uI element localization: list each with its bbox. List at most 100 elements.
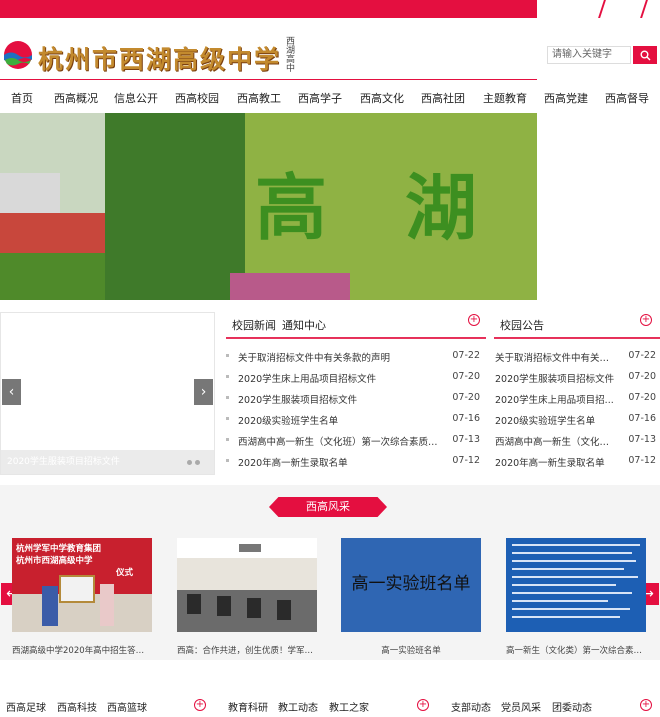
more-plus-icon[interactable]: +	[194, 699, 206, 711]
notice-title[interactable]: 2020学生服装项目招标文件	[495, 371, 617, 385]
chevron-left-icon: ‹	[8, 384, 15, 400]
notice-date: 07-13	[628, 434, 656, 445]
nav-item-staff[interactable]: 西高教工	[237, 90, 281, 106]
bullet-icon	[226, 354, 229, 357]
tab-underline	[494, 337, 660, 339]
news-title[interactable]: 2020学生床上用品项目招标文件	[238, 371, 442, 385]
tab-research[interactable]: 教育科研	[228, 699, 268, 714]
more-notices-plus-icon[interactable]: +	[640, 314, 652, 326]
news-title[interactable]: 关于取消招标文件中有关条款的声明	[238, 350, 442, 364]
tab-campus-news[interactable]: 校园新闻	[232, 317, 276, 333]
notice-title[interactable]: 2020年高一新生录取名单	[495, 455, 617, 469]
notice-title[interactable]: 2020学生床上用品项目招...	[495, 392, 617, 406]
nav-item-campus[interactable]: 西高校园	[175, 90, 219, 106]
nav-item-students[interactable]: 西高学子	[298, 90, 342, 106]
gallery-image[interactable]: 高一实验班名单	[341, 538, 481, 632]
photo-text: 仪式	[116, 568, 134, 578]
list-item[interactable]: 西湖高中高一新生（文化班... 07-13	[494, 432, 660, 453]
notice-title[interactable]: 2020级实验班学生名单	[495, 413, 617, 427]
tab-notices[interactable]: 通知中心	[282, 317, 326, 333]
nav-item-home[interactable]: 首页	[11, 90, 33, 106]
list-item[interactable]: 关于取消招标文件中有关条款的声明 07-22	[226, 348, 486, 369]
nav-item-education[interactable]: 主题教育	[483, 90, 527, 106]
tab-basketball[interactable]: 西高篮球	[107, 699, 147, 714]
bullet-icon	[226, 375, 229, 378]
nav-item-clubs[interactable]: 西高社团	[421, 90, 465, 106]
gallery-caption[interactable]: 西湖高级中学2020年高中招生答家长问	[12, 644, 152, 656]
list-item[interactable]: 2020年高一新生录取名单 07-12	[226, 453, 486, 474]
main-nav: 首页 西高概况 信息公开 西高校园 西高教工 西高学子 西高文化 西高社团 主题…	[0, 80, 660, 113]
tab-campus-notices[interactable]: 校园公告	[500, 317, 544, 333]
nav-item-culture[interactable]: 西高文化	[360, 90, 404, 106]
bullet-icon	[226, 459, 229, 462]
list-item[interactable]: 2020级实验班学生名单 07-16	[226, 411, 486, 432]
news-title[interactable]: 2020年高一新生录取名单	[238, 455, 442, 469]
news-slider[interactable]: ‹ › 2020学生服装项目招标文件	[0, 312, 215, 475]
top-bar-right	[537, 0, 660, 18]
notice-title[interactable]: 关于取消招标文件中有关条...	[495, 350, 617, 364]
nav-item-supervision[interactable]: 西高督导	[605, 90, 649, 106]
nav-item-info[interactable]: 信息公开	[114, 90, 158, 106]
gallery-item[interactable]: 高一新生（文化类）第一次综合素质测...	[506, 538, 646, 656]
meeting-photo	[177, 538, 317, 632]
tab-branch-news[interactable]: 支部动态	[451, 699, 491, 714]
search-button[interactable]	[633, 46, 657, 64]
gallery-caption[interactable]: 高一实验班名单	[341, 644, 481, 656]
news-title[interactable]: 西湖高中高一新生（文化班）第一次综合素质测试...	[238, 434, 442, 448]
gallery-item[interactable]: 西高：合作共进，创生优质！学军•西高...	[177, 538, 317, 656]
search-placeholder: 请输入关键字	[552, 49, 612, 60]
nav-item-overview[interactable]: 西高概况	[54, 90, 98, 106]
slider-next-button[interactable]: ›	[194, 379, 213, 405]
more-plus-icon[interactable]: +	[417, 699, 429, 711]
bullet-icon	[226, 438, 229, 441]
news-date: 07-20	[452, 392, 480, 403]
photo-text: 杭州市西湖高级中学	[16, 556, 93, 566]
news-tabs: 校园新闻 通知中心 +	[226, 312, 486, 339]
notice-title[interactable]: 西湖高中高一新生（文化班...	[495, 434, 617, 448]
list-item[interactable]: 2020年高一新生录取名单 07-12	[494, 453, 660, 474]
gallery-caption[interactable]: 高一新生（文化类）第一次综合素质测...	[506, 644, 646, 656]
photo-text: 高一实验班名单	[351, 574, 471, 594]
search-input[interactable]: 请输入关键字	[547, 46, 631, 64]
page: 杭州市西湖高级中学 西湖高中 请输入关键字 首页 西高概况 信息公开 西高校园 …	[0, 0, 660, 717]
notice-date: 07-16	[628, 413, 656, 424]
tab-staff-home[interactable]: 教工之家	[329, 699, 369, 714]
more-news-plus-icon[interactable]: +	[468, 314, 480, 326]
gallery-image[interactable]	[506, 538, 646, 632]
banner-image: 高 湖	[0, 113, 537, 300]
news-title[interactable]: 2020学生服装项目招标文件	[238, 392, 442, 406]
nav-item-party[interactable]: 西高党建	[544, 90, 588, 106]
svg-text:高: 高	[255, 165, 327, 250]
tab-league-news[interactable]: 团委动态	[552, 699, 592, 714]
top-bar-stripe	[640, 0, 648, 18]
school-logo-icon	[4, 41, 32, 69]
hero-banner[interactable]: 高 湖	[0, 113, 537, 300]
slider-prev-button[interactable]: ‹	[2, 379, 21, 405]
gallery-caption[interactable]: 西高：合作共进，创生优质！学军•西高...	[177, 644, 317, 656]
list-item[interactable]: 2020学生床上用品项目招标文件 07-20	[226, 369, 486, 390]
school-name[interactable]: 杭州市西湖高级中学	[38, 40, 281, 76]
gallery-image[interactable]	[177, 538, 317, 632]
list-item[interactable]: 2020学生服装项目招标文件 07-20	[226, 390, 486, 411]
list-item[interactable]: 2020学生服装项目招标文件 07-20	[494, 369, 660, 390]
tab-football[interactable]: 西高足球	[6, 699, 46, 714]
more-plus-icon[interactable]: +	[640, 699, 652, 711]
tab-technology[interactable]: 西高科技	[57, 699, 97, 714]
list-item[interactable]: 关于取消招标文件中有关条... 07-22	[494, 348, 660, 369]
news-title[interactable]: 2020级实验班学生名单	[238, 413, 442, 427]
list-item[interactable]: 西湖高中高一新生（文化班）第一次综合素质测试... 07-13	[226, 432, 486, 453]
slider-caption[interactable]: 2020学生服装项目招标文件	[1, 450, 214, 474]
slider-dot[interactable]	[187, 460, 192, 465]
gallery-item[interactable]: 杭州学军中学教育集团 杭州市西湖高级中学 仪式 西湖高级中学2020年高中招生答…	[12, 538, 152, 656]
tab-staff-news[interactable]: 教工动态	[278, 699, 318, 714]
bullet-icon	[226, 417, 229, 420]
svg-text:湖: 湖	[405, 165, 477, 250]
list-item[interactable]: 2020学生床上用品项目招... 07-20	[494, 390, 660, 411]
slider-dot[interactable]	[195, 460, 200, 465]
news-panel: 校园新闻 通知中心 + 关于取消招标文件中有关条款的声明 07-22 2020学生…	[226, 312, 486, 475]
gallery-item[interactable]: 高一实验班名单 高一实验班名单	[341, 538, 481, 656]
list-item[interactable]: 2020级实验班学生名单 07-16	[494, 411, 660, 432]
gallery-image[interactable]: 杭州学军中学教育集团 杭州市西湖高级中学 仪式	[12, 538, 152, 632]
news-date: 07-16	[452, 413, 480, 424]
tab-members[interactable]: 党员风采	[501, 699, 541, 714]
